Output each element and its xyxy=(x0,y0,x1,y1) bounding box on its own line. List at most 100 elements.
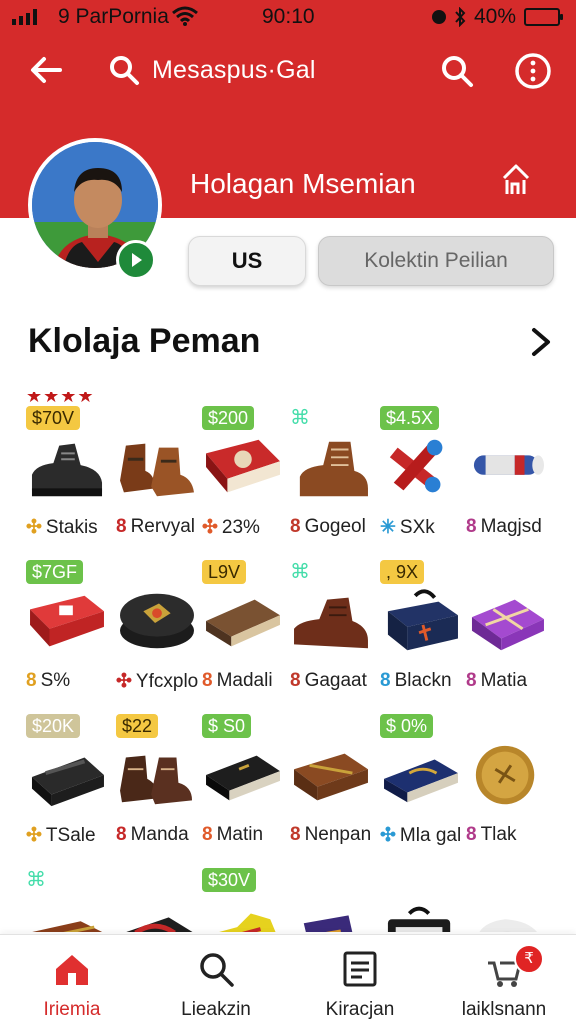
bag-navy-image xyxy=(387,589,458,651)
price-tag: ⌘ xyxy=(290,561,310,583)
item-rank-icon: ✳ xyxy=(380,517,396,538)
status-bar: 9 ParPornia 90:10 40% xyxy=(0,0,576,34)
item-card[interactable]: $7GF 8 S% xyxy=(26,546,118,706)
item-card[interactable]: ★★★★ $70V ✣ Stakis xyxy=(26,392,118,552)
price-tag: $ 0% xyxy=(380,714,434,738)
item-rank-icon: ✣ xyxy=(26,517,42,538)
collection-button[interactable]: Kolektin Peilian xyxy=(318,236,554,286)
boot-black-image xyxy=(31,443,103,497)
search-icon[interactable] xyxy=(440,54,474,88)
play-button[interactable] xyxy=(116,240,156,280)
item-name: S% xyxy=(40,670,71,691)
item-card[interactable]: L9V 8 Madali xyxy=(202,546,294,706)
item-card[interactable]: $ S0 8 Matin xyxy=(202,700,294,860)
item-label: ✣ Stakis xyxy=(26,516,98,539)
item-card[interactable]: 8 Nenpan xyxy=(290,700,382,860)
case-black-image xyxy=(387,906,451,932)
tin-round-image xyxy=(120,593,194,649)
more-vertical-icon[interactable] xyxy=(514,52,552,90)
share-icon[interactable] xyxy=(498,160,534,198)
item-card[interactable] xyxy=(290,854,382,932)
price-tag: $4.5X xyxy=(380,406,440,430)
item-rank-icon: 8 xyxy=(466,824,477,845)
tab-cart[interactable]: laiklsnann xyxy=(432,935,576,1024)
item-card[interactable]: ⌘ 8 Gagaat xyxy=(290,546,382,706)
boot-brown-image xyxy=(299,441,368,497)
item-rank-icon: 8 xyxy=(202,670,213,691)
sneaker-yellow-image xyxy=(219,913,276,932)
tab-home[interactable]: Iriemia xyxy=(0,935,144,1024)
price-tag: $30V xyxy=(202,868,257,892)
item-rank-icon: ✣ xyxy=(380,825,396,846)
carrier-name: 9 ParPornia xyxy=(58,5,169,28)
item-name: Tlak xyxy=(480,824,517,845)
item-card[interactable]: $4.5X ✳ SXk xyxy=(380,392,472,552)
item-label: 8 Magjsd xyxy=(466,516,542,538)
us-button[interactable]: US xyxy=(188,236,306,286)
item-name: Stakis xyxy=(45,517,98,538)
item-rank-icon: 8 xyxy=(466,670,477,691)
search-icon xyxy=(200,953,234,987)
item-rank-icon: ✣ xyxy=(202,517,218,538)
tab-list[interactable]: Kiracjan xyxy=(288,935,432,1024)
item-label: ✣ 23% xyxy=(202,516,260,539)
boots-brown-pair-image xyxy=(120,443,194,497)
item-label: 8 Nenpan xyxy=(290,824,371,846)
item-name: Magjsd xyxy=(480,516,542,537)
search-icon[interactable] xyxy=(108,54,140,86)
coin-gold-image xyxy=(475,745,535,805)
wifi-icon xyxy=(172,6,198,26)
item-card[interactable]: 8 Tlak xyxy=(466,700,558,860)
item-card[interactable]: ⌘ 8 Gogeol xyxy=(290,392,382,552)
scroll-tube-image xyxy=(473,455,544,475)
chevron-right-icon[interactable] xyxy=(526,322,556,362)
item-label: 8 Gogeol xyxy=(290,516,366,538)
item-card[interactable]: $ 0% ✣ Mla gal xyxy=(380,700,472,860)
item-card[interactable] xyxy=(116,854,208,932)
item-card[interactable]: ✣ Yfcxplo xyxy=(116,546,208,706)
item-label: 8 Rervyal xyxy=(116,516,195,538)
item-label: ✣ Mla gal xyxy=(380,824,461,847)
item-card[interactable]: $20K ✣ TSale xyxy=(26,700,118,860)
item-card[interactable]: $30V xyxy=(202,854,294,932)
battery-icon xyxy=(524,8,563,26)
item-grid: ★★★★ $70V ✣ Stakis 8 Rervyal $200 ✣ 23% ⌘ 8 Gogeol $… xyxy=(0,392,576,932)
chest-wood-image xyxy=(32,921,103,932)
item-card[interactable]: $200 ✣ 23% xyxy=(202,392,294,552)
item-rank-icon: 8 xyxy=(116,516,127,537)
item-card[interactable]: ⌘ xyxy=(26,854,118,932)
price-tag: $22 xyxy=(116,714,159,738)
item-card[interactable]: 8 Magjsd xyxy=(466,392,558,552)
item-label: 8 Manda xyxy=(116,824,189,846)
tab-label: Iriemia xyxy=(43,999,101,1020)
home-icon xyxy=(56,955,88,985)
item-card[interactable] xyxy=(466,854,558,932)
item-card[interactable]: , 9X 8 Blackn xyxy=(380,546,472,706)
price-tag: ⌘ xyxy=(290,407,310,429)
item-name: Matin xyxy=(216,824,264,845)
tab-search[interactable]: Lieakzin xyxy=(144,935,288,1024)
scrolls-red-image xyxy=(389,439,443,493)
item-name: SXk xyxy=(399,517,435,538)
item-card[interactable] xyxy=(380,854,472,932)
tab-label: Kiracjan xyxy=(325,999,395,1020)
item-card[interactable]: $22 8 Manda xyxy=(116,700,208,860)
book-brown-image xyxy=(206,599,280,647)
item-rank-icon: ✣ xyxy=(116,671,132,692)
price-tag: $ S0 xyxy=(202,714,252,738)
bag-red-image xyxy=(126,917,193,932)
item-name: Rervyal xyxy=(130,516,195,537)
back-arrow-icon[interactable] xyxy=(26,50,66,90)
search-title[interactable]: Mesaspus·Gal xyxy=(152,56,316,85)
battery-percent: 40% xyxy=(473,5,516,28)
cellular-signal-icon xyxy=(12,9,37,25)
item-label: ✣ Yfcxplo xyxy=(116,670,198,693)
item-label: 8 S% xyxy=(26,670,70,692)
item-rank-icon: 8 xyxy=(290,516,301,537)
item-label: 8 Matia xyxy=(466,670,527,692)
item-card[interactable]: 8 Rervyal xyxy=(116,392,208,552)
item-rank-icon: 8 xyxy=(290,670,301,691)
item-label: 8 Matin xyxy=(202,824,263,846)
item-card[interactable]: 8 Matia xyxy=(466,546,558,706)
price-tag: $7GF xyxy=(26,560,84,584)
